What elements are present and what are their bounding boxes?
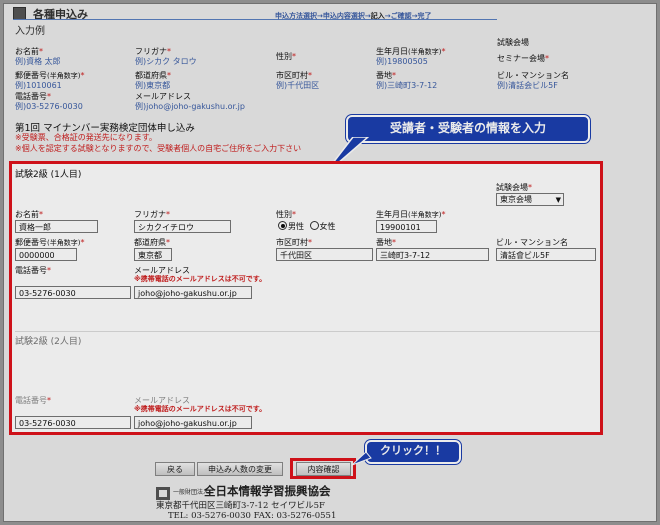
example-heading: 入力例 [15,26,45,37]
back-button[interactable]: 戻る [155,462,195,476]
section-divider [15,331,600,332]
example-name-value: 例)資格 太郎 [15,57,61,66]
tel-input[interactable]: 03-5276-0030 [15,286,131,299]
city-input[interactable]: 千代田区 [276,248,373,261]
org-note-1: ※受験票、合格証の発送先になります。 [15,133,157,142]
example-exam-site-label: 試験会場 [497,38,529,47]
tel2-label: 電話番号* [15,396,51,405]
callout-click: クリック！！ [365,440,461,464]
chevron-down-icon: ▼ [555,196,561,204]
example-seminar-site-label: セミナー会場* [497,54,549,63]
exam-site-select[interactable]: 東京会場 ▼ [496,193,564,206]
building-label: ビル・マンション名 [496,238,568,247]
step-select-method[interactable]: 申込方法選択 [275,12,317,20]
furigana-input[interactable]: シカクイチロウ [134,220,231,233]
example-zip-value: 例)1010061 [15,81,62,90]
footer-address: 東京都千代田区三崎町3-7-12 セイワビル5F [156,501,325,511]
name-label: お名前* [15,210,43,219]
callout-enter-info: 受講者・受験者の情報を入力 [346,115,590,143]
gender-radio-group: 男性 女性 [278,221,336,232]
gender-male-radio[interactable] [278,221,287,230]
step-complete: 完了 [417,12,432,20]
step-fill: 記入 [370,12,385,20]
gender-female-radio[interactable] [309,221,319,230]
example-building-value: 例)清話会ビル5F [497,81,558,90]
step-progress: 申込方法選択→申込内容選択→記入→ご確認→完了 [275,11,432,21]
birth-label: 生年月日(半角数字)* [376,210,446,219]
example-tel-value: 例)03-5276-0030 [15,102,83,111]
example-city-value: 例)千代田区 [276,81,320,90]
step-select-content[interactable]: 申込内容選択 [323,12,365,20]
org-note-2: ※個人を認定する試験となりますので、受験者個人の自宅ご住所をご入力下さい [15,144,302,153]
furigana-label: フリガナ* [134,210,170,219]
addr-label: 番地* [376,238,396,247]
zip-label: 郵便番号(半角数字)* [15,238,85,247]
gender-male-label: 男性 [288,222,304,231]
tel-label: 電話番号* [15,266,51,275]
birth-input[interactable]: 19900101 [376,220,437,233]
mail-input[interactable]: joho@joho-gakushu.or.jp [134,286,252,299]
callout-click-pointer [352,452,372,466]
section-title-1: 試験2級 (1人目) [15,170,82,180]
addr-input[interactable]: 三崎町3-7-12 [376,248,489,261]
example-birth-value: 例)19800505 [376,57,428,66]
example-addr-value: 例)三崎町3-7-12 [376,81,438,90]
step-confirm: ご確認 [390,12,412,20]
tel2-input[interactable]: 03-5276-0030 [15,416,131,429]
gender-label: 性別* [276,210,296,219]
exam-site-label: 試験会場* [496,183,532,192]
name-input[interactable]: 資格一郎 [15,220,98,233]
footer-org-name: 全日本情報学習振興協会 [204,484,331,498]
confirm-button[interactable]: 内容確認 [296,462,351,476]
pref-input[interactable]: 東京都 [134,248,172,261]
footer-contact: TEL: 03-5276-0030 FAX: 03-5276-0551 [168,511,337,521]
example-gender-label: 性別* [276,52,296,61]
gender-female-label: 女性 [319,222,336,231]
building-input[interactable]: 清話會ビル5F [496,248,596,261]
example-furigana-value: 例)シカク タロウ [135,57,197,66]
city-label: 市区町村* [276,238,312,247]
mail-warning: ※携帯電話のメールアドレスは不可です。 [134,275,267,283]
section-title-2: 試験2級 (2人目) [15,337,82,347]
footer-logo [156,485,170,500]
pref-label: 都道府県* [134,238,170,247]
example-pref-value: 例)東京都 [135,81,171,90]
change-count-button[interactable]: 申込み人数の変更 [197,462,283,476]
mail2-warning: ※携帯電話のメールアドレスは不可です。 [134,405,267,413]
example-mail-value: 例)joho@joho-gakushu.or.jp [135,102,245,111]
zip-input[interactable]: 0000000 [15,248,77,261]
mail2-input[interactable]: joho@joho-gakushu.or.jp [134,416,252,429]
